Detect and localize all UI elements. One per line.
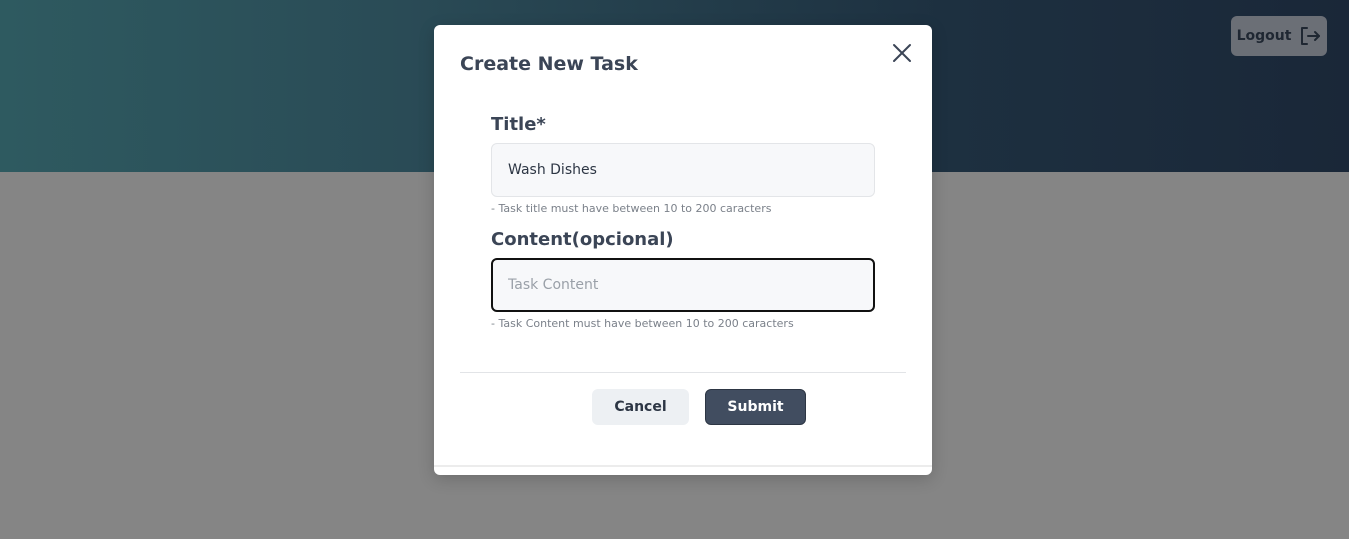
close-button[interactable] (890, 41, 914, 65)
logout-button[interactable]: Logout (1231, 16, 1327, 56)
logout-label: Logout (1236, 28, 1292, 44)
content-label: Content(opcional) (491, 229, 674, 250)
content-hint: - Task Content must have between 10 to 2… (491, 317, 794, 330)
close-icon (893, 44, 911, 62)
app-page: Logout Create New Task Title* - Task tit… (0, 0, 1349, 539)
cancel-button[interactable]: Cancel (592, 389, 689, 425)
modal-title: Create New Task (460, 53, 638, 75)
content-input[interactable] (491, 258, 875, 312)
title-hint: - Task title must have between 10 to 200… (491, 202, 772, 215)
footer-divider (460, 372, 906, 373)
title-input[interactable] (491, 143, 875, 197)
logout-icon (1301, 27, 1321, 45)
create-task-modal: Create New Task Title* - Task title must… (434, 25, 932, 475)
submit-button[interactable]: Submit (705, 389, 806, 425)
title-label: Title* (491, 114, 546, 135)
